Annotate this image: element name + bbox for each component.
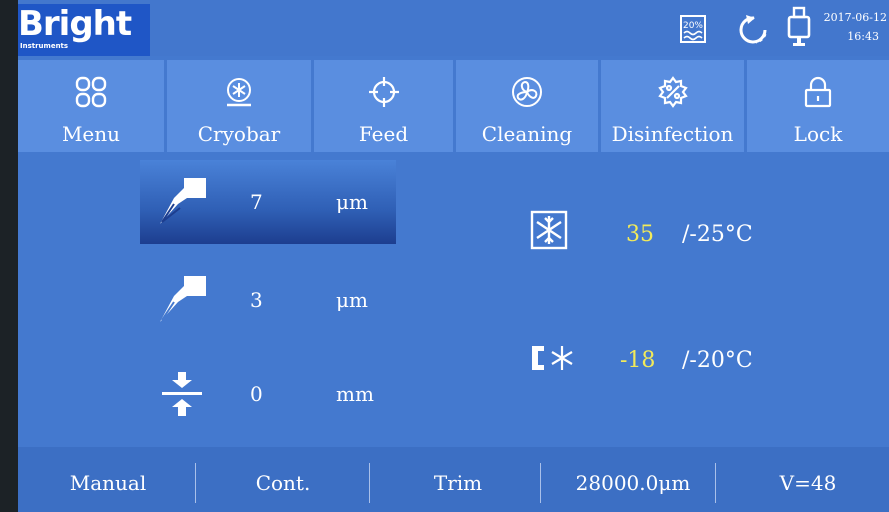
status-mode[interactable]: Manual bbox=[38, 471, 178, 495]
refresh-icon[interactable] bbox=[734, 10, 774, 50]
specimen-current-temp: -18 bbox=[620, 348, 656, 373]
cryobar-label: Cryobar bbox=[197, 122, 281, 146]
feed-button[interactable]: Feed bbox=[314, 60, 453, 152]
instrument-screen: Bright Instruments 20% 2017-06-12 16:43 … bbox=[18, 0, 889, 512]
header-bar: Bright Instruments 20% 2017-06-12 16:43 bbox=[18, 0, 889, 56]
status-divider bbox=[540, 463, 541, 503]
storage-level-text: 20% bbox=[683, 21, 703, 31]
specimen-cooling-icon bbox=[530, 338, 580, 378]
status-speed[interactable]: V=48 bbox=[728, 471, 888, 495]
specimen-temp[interactable]: -18 /-20°C bbox=[530, 338, 790, 388]
storage-level-icon: 20% bbox=[678, 12, 710, 46]
cleaning-label: Cleaning bbox=[481, 122, 573, 146]
menu-grid-icon bbox=[75, 76, 107, 108]
chamber-temp[interactable]: 35 /-25°C bbox=[530, 206, 790, 262]
feed-label: Feed bbox=[358, 122, 409, 146]
status-cut-mode[interactable]: Cont. bbox=[208, 471, 358, 495]
trim-thickness-value: 3 bbox=[250, 288, 263, 312]
cryobar-icon bbox=[223, 76, 255, 108]
menu-label: Menu bbox=[61, 122, 121, 146]
brand-subtitle: Instruments bbox=[20, 42, 69, 50]
brand-name: Bright bbox=[18, 4, 132, 44]
cryobar-button[interactable]: Cryobar bbox=[167, 60, 311, 152]
trim-thickness-icon bbox=[156, 272, 212, 328]
usb-icon bbox=[786, 6, 812, 50]
trim-thickness-row[interactable]: 3 μm bbox=[140, 258, 396, 342]
chamber-target-temp: /-25°C bbox=[682, 222, 753, 247]
specimen-target-temp: /-20°C bbox=[682, 348, 753, 373]
retraction-icon bbox=[156, 366, 212, 422]
retraction-value: 0 bbox=[250, 382, 263, 406]
lock-button[interactable]: Lock bbox=[747, 60, 889, 152]
status-trim[interactable]: Trim bbox=[378, 471, 538, 495]
snowflake-chamber-icon bbox=[530, 206, 568, 256]
status-divider bbox=[369, 463, 370, 503]
brand-logo: Bright Instruments bbox=[18, 4, 150, 56]
disinfection-button[interactable]: Disinfection bbox=[601, 60, 744, 152]
fan-icon bbox=[511, 76, 543, 108]
menu-button[interactable]: Menu bbox=[18, 60, 164, 152]
section-thickness-icon bbox=[156, 174, 212, 230]
disinfection-icon bbox=[657, 76, 689, 108]
trim-thickness-unit: μm bbox=[336, 288, 368, 312]
date-text: 2017-06-12 bbox=[823, 11, 887, 24]
lock-icon bbox=[802, 76, 834, 108]
toolbar: Menu Cryobar Feed Cleaning Disinfection … bbox=[18, 60, 889, 152]
status-position: 28000.0μm bbox=[575, 471, 691, 495]
time-text: 16:43 bbox=[847, 30, 879, 43]
retraction-row[interactable]: 0 mm bbox=[140, 352, 396, 436]
status-bar: Manual Cont. Trim 28000.0μm V=48 bbox=[18, 447, 889, 512]
crosshair-icon bbox=[368, 76, 400, 108]
chamber-current-temp: 35 bbox=[626, 222, 654, 247]
disinfection-label: Disinfection bbox=[611, 122, 734, 146]
status-divider bbox=[715, 463, 716, 503]
section-thickness-row[interactable]: 7 μm bbox=[140, 160, 396, 244]
status-divider bbox=[195, 463, 196, 503]
cleaning-button[interactable]: Cleaning bbox=[456, 60, 598, 152]
section-thickness-unit: μm bbox=[336, 190, 368, 214]
lock-label: Lock bbox=[793, 122, 843, 146]
section-thickness-value: 7 bbox=[250, 190, 263, 214]
retraction-unit: mm bbox=[336, 382, 374, 406]
